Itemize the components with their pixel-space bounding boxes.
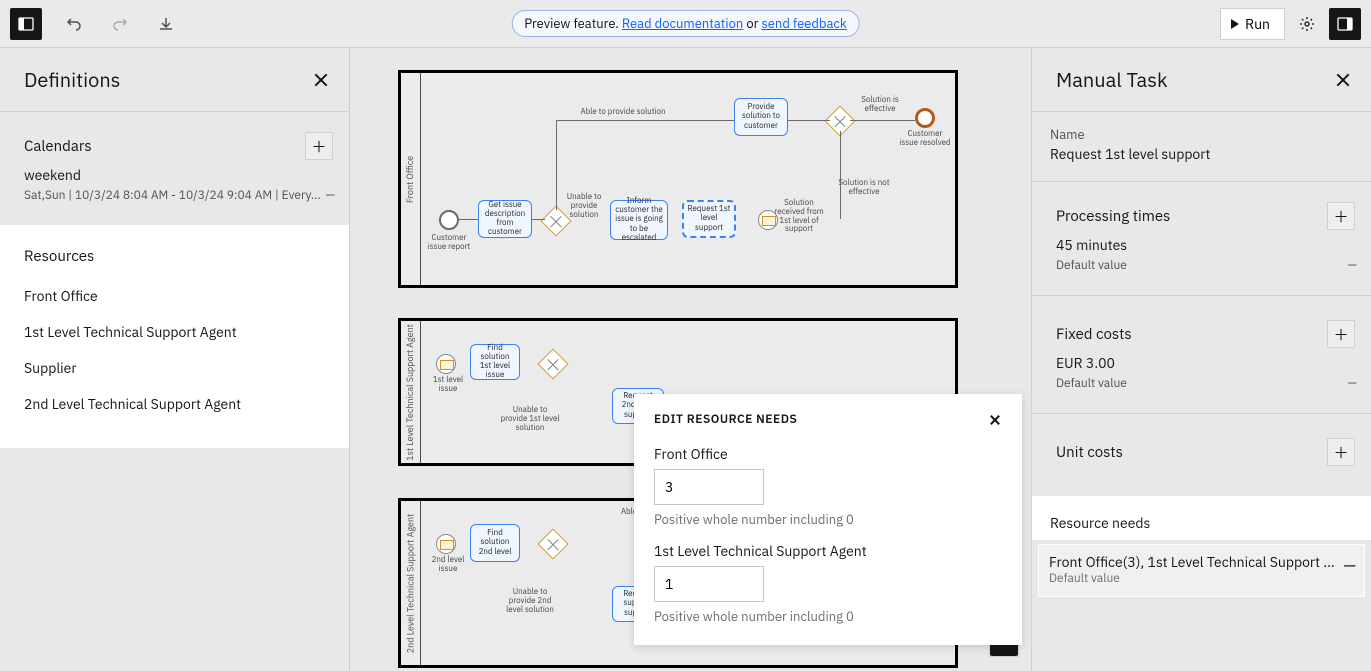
definitions-title: Definitions (24, 66, 120, 93)
resource-item[interactable]: 1st Level Technical Support Agent (0, 314, 349, 350)
remove-resource-need[interactable]: — (1344, 553, 1356, 576)
resource-item[interactable]: Supplier (0, 350, 349, 386)
message-event[interactable] (436, 354, 456, 374)
event-label: 2nd level issue (424, 556, 472, 574)
resource-item[interactable]: 2nd Level Technical Support Agent (0, 386, 349, 422)
add-unit-cost[interactable]: ＋ (1327, 438, 1355, 466)
edit-resource-needs-dialog: EDIT RESOURCE NEEDS Front Office Positiv… (634, 394, 1022, 645)
unit-costs-heading: Unit costs (1056, 443, 1123, 462)
default-label: Default value (1056, 376, 1127, 391)
resources-list: Front Office 1st Level Technical Support… (0, 272, 349, 436)
task[interactable]: Inform customer the issue is going to be… (610, 200, 668, 240)
default-label: Default value (1056, 258, 1127, 273)
properties-panel: Manual Task Name Request 1st level suppo… (1031, 48, 1371, 671)
task[interactable]: Find solution 2nd level (470, 524, 520, 562)
first-level-input[interactable] (654, 566, 764, 602)
flow-label: Solution is effective (855, 96, 905, 114)
remove-fixed[interactable]: — (1348, 376, 1357, 391)
default-label: Default value (1049, 571, 1344, 586)
event-label: Customer issue report (424, 234, 474, 252)
flow-label: Able to provide solution (568, 108, 678, 117)
end-event[interactable] (915, 108, 935, 128)
processing-times-heading: Processing times (1056, 207, 1170, 226)
download-button[interactable] (152, 10, 180, 38)
fixed-cost-value: EUR 3.00 (1032, 354, 1371, 376)
resource-needs-value: Front Office(3), 1st Level Technical Sup… (1049, 553, 1344, 571)
properties-title: Manual Task (1056, 66, 1167, 93)
definitions-panel: Definitions Calendars ＋ weekend Sat,Sun … (0, 48, 350, 671)
field-label-1st-level: 1st Level Technical Support Agent (654, 542, 1002, 560)
redo-icon (112, 16, 128, 32)
calendar-item-name[interactable]: weekend (0, 166, 349, 188)
read-docs-link[interactable]: Read documentation (622, 15, 743, 32)
add-fixed-cost[interactable]: ＋ (1327, 320, 1355, 348)
close-properties[interactable] (1333, 70, 1353, 90)
download-icon (158, 16, 174, 32)
task[interactable]: Provide solution to customer (734, 98, 788, 136)
top-toolbar: Preview feature. Read documentation or s… (0, 0, 1371, 48)
lane-title: 1st Level Technical Support Agent (405, 324, 416, 461)
flow-label: Unable to provide solution (560, 193, 608, 219)
panel-toggle-left[interactable] (10, 8, 42, 40)
task[interactable]: Find solution 1st level issue (470, 344, 520, 380)
resource-needs-heading: Resource needs (1050, 514, 1361, 532)
event-label: 1st level issue (426, 376, 470, 394)
add-calendar-button[interactable]: ＋ (305, 132, 333, 160)
fixed-costs-heading: Fixed costs (1056, 325, 1132, 344)
preview-banner: Preview feature. Read documentation or s… (511, 10, 860, 37)
flow-label: Solution is not effective (838, 179, 890, 197)
close-definitions[interactable] (311, 70, 331, 90)
flow-label: Unable to provide 2nd level solution (500, 588, 560, 614)
lane-title: Front Office (405, 155, 416, 202)
dialog-title: EDIT RESOURCE NEEDS (654, 412, 797, 427)
sidebar-icon (18, 16, 34, 32)
flow-label: Unable to provide 1st level solution (500, 406, 560, 432)
event-label: Solution received from 1st level of supp… (774, 199, 824, 234)
remove-proc[interactable]: — (1348, 258, 1357, 273)
sidebar-right-icon (1337, 16, 1353, 32)
close-dialog[interactable] (988, 413, 1002, 427)
field-label-front-office: Front Office (654, 445, 1002, 463)
resources-heading: Resources (24, 247, 94, 266)
task-selected[interactable]: Request 1st level support (682, 200, 736, 238)
play-icon (1231, 19, 1239, 29)
event-label: Customer issue resolved (898, 130, 952, 148)
settings-button[interactable] (1293, 10, 1321, 38)
resource-needs-item[interactable]: Front Office(3), 1st Level Technical Sup… (1038, 544, 1365, 597)
undo-button[interactable] (60, 10, 88, 38)
name-value: Request 1st level support (1050, 145, 1353, 163)
redo-button[interactable] (106, 10, 134, 38)
panel-toggle-right[interactable] (1329, 8, 1361, 40)
name-label: Name (1050, 126, 1353, 143)
start-event[interactable] (439, 210, 459, 230)
calendars-heading: Calendars (24, 137, 92, 156)
resource-item[interactable]: Front Office (0, 278, 349, 314)
undo-icon (66, 16, 82, 32)
lane-title: 2nd Level Technical Support Agent (405, 513, 416, 653)
calendar-item-detail: Sat,Sun | 10/3/24 8:04 AM - 10/3/24 9:04… (24, 188, 321, 203)
gear-icon (1299, 16, 1315, 32)
task[interactable]: Get issue description from customer (478, 200, 532, 238)
collapse-calendar[interactable]: — (326, 188, 335, 203)
message-event[interactable] (436, 534, 456, 554)
hint-front-office: Positive whole number including 0 (654, 511, 1002, 528)
hint-1st-level: Positive whole number including 0 (654, 608, 1002, 625)
front-office-input[interactable] (654, 469, 764, 505)
add-processing-time[interactable]: ＋ (1327, 202, 1355, 230)
run-button[interactable]: Run (1220, 8, 1285, 40)
send-feedback-link[interactable]: send feedback (761, 15, 846, 32)
processing-time-value: 45 minutes (1032, 236, 1371, 258)
